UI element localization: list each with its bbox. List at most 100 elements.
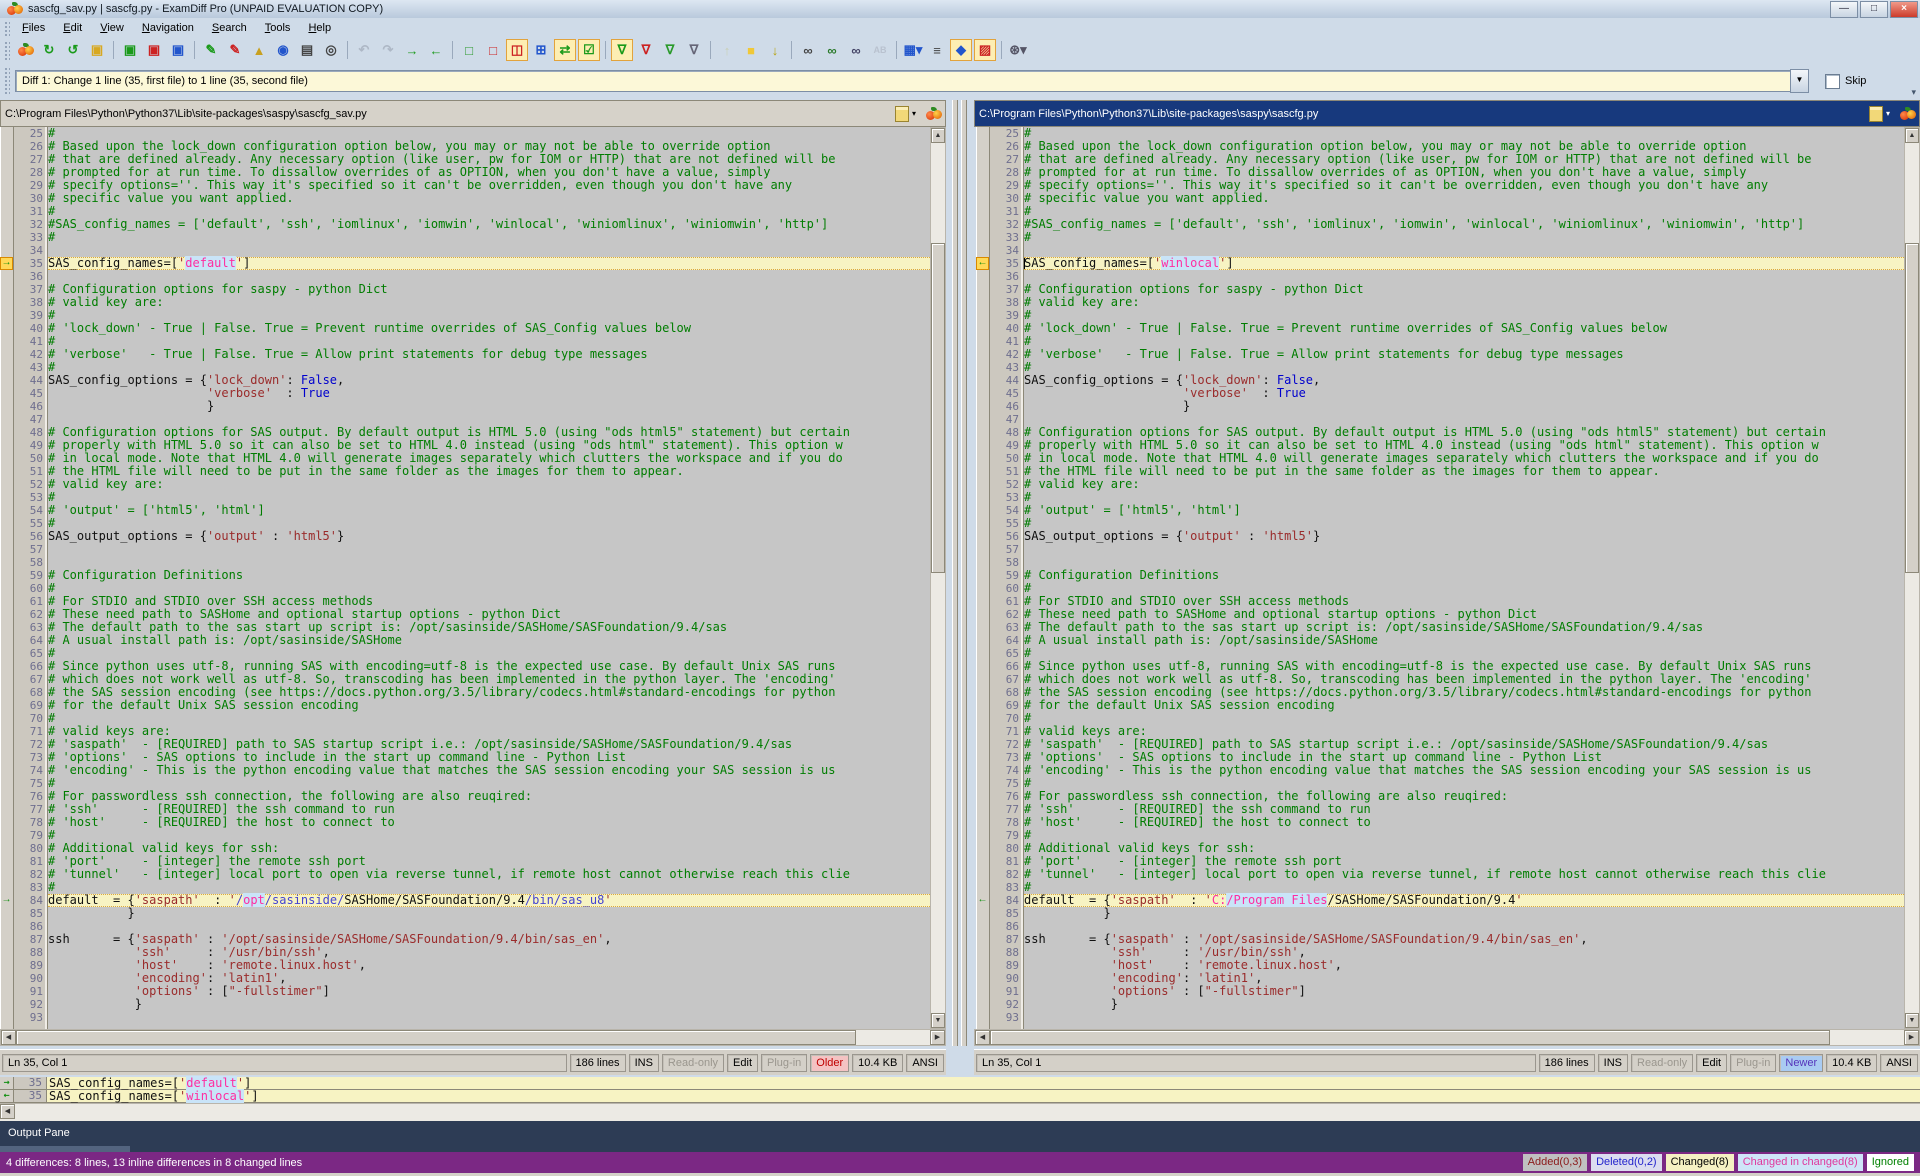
filter-ignored-icon[interactable]: ∇ (683, 39, 705, 61)
code-line-78[interactable]: # 'host' - [REQUIRED] the host to connec… (48, 816, 930, 829)
minimize-button[interactable]: — (1830, 1, 1858, 18)
code-line-51[interactable]: # the HTML file will need to be put in t… (1024, 465, 1904, 478)
code-line-38[interactable]: # valid key are: (48, 296, 930, 309)
code-line-54[interactable]: # 'output' = ['html5', 'html'] (48, 504, 930, 517)
current-diff-combobox[interactable]: Diff 1: Change 1 line (35, first file) t… (15, 70, 1790, 92)
next-diff-icon[interactable]: → (401, 39, 423, 61)
find-next-icon[interactable]: ∞ (821, 39, 843, 61)
swap-panes-icon[interactable]: ⇄ (554, 39, 576, 61)
code-line-51[interactable]: # the HTML file will need to be put in t… (48, 465, 930, 478)
diff-list-row[interactable]: →35SAS_config_names=['default'] (0, 1077, 1920, 1090)
left-scroll-left-icon[interactable]: ◀ (1, 1030, 16, 1045)
redo-icon[interactable]: ↷ (377, 39, 399, 61)
copy-up-icon[interactable]: ↑ (716, 39, 738, 61)
left-horizontal-scroll-thumb[interactable] (16, 1030, 856, 1045)
diff-list-row[interactable]: ←35SAS_config_names=['winlocal'] (0, 1090, 1920, 1103)
right-scroll-right-icon[interactable]: ▶ (1904, 1030, 1919, 1045)
right-file-dropdown-icon[interactable]: ▾ (1886, 109, 1890, 118)
code-line-64[interactable]: # A usual install path is: /opt/sasinsid… (1024, 634, 1904, 647)
settings-icon[interactable]: ⊛▾ (1007, 39, 1029, 61)
menu-item-edit[interactable]: Edit (54, 20, 91, 36)
find-icon[interactable]: ∞ (797, 39, 819, 61)
diff-combobox-dropdown-icon[interactable]: ▼ (1790, 69, 1809, 93)
open-files-icon[interactable]: ▣ (86, 39, 108, 61)
code-line-69[interactable]: # for the default Unix SAS session encod… (1024, 699, 1904, 712)
right-horizontal-scrollbar[interactable]: ◀ ▶ (974, 1029, 1920, 1046)
code-line-56[interactable]: SAS_output_options = {'output' : 'html5'… (1024, 530, 1904, 543)
right-horizontal-scroll-thumb[interactable] (990, 1030, 1830, 1045)
left-scroll-right-icon[interactable]: ▶ (930, 1030, 945, 1045)
left-file-dropdown-icon[interactable]: ▾ (912, 109, 916, 118)
print-preview-icon[interactable]: ◎ (320, 39, 342, 61)
code-line-78[interactable]: # 'host' - [REQUIRED] the host to connec… (1024, 816, 1904, 829)
code-line-59[interactable]: # Configuration Definitions (1024, 569, 1904, 582)
code-line-46[interactable]: } (1024, 400, 1904, 413)
code-line-93[interactable] (1024, 1011, 1904, 1024)
code-line-84[interactable]: default = {'saspath' : 'C:/Program Files… (1024, 894, 1904, 907)
save-all-icon[interactable]: ▣ (167, 39, 189, 61)
right-pane-header[interactable]: C:\Program Files\Python\Python37\Lib\sit… (974, 100, 1920, 127)
refresh-files-icon[interactable]: ↺ (62, 39, 84, 61)
code-line-64[interactable]: # A usual install path is: /opt/sasinsid… (48, 634, 930, 647)
output-pane[interactable]: Output Pane (0, 1121, 1920, 1152)
code-line-92[interactable]: } (48, 998, 930, 1011)
toolbar-overflow-icon[interactable]: ▾ (1911, 87, 1916, 98)
right-scroll-down-icon[interactable]: ▼ (1905, 1013, 1919, 1028)
code-line-82[interactable]: # 'tunnel' - [integer] local port to ope… (48, 868, 930, 881)
code-line-57[interactable] (48, 543, 930, 556)
app-icon[interactable] (14, 39, 36, 61)
code-line-37[interactable]: # Configuration options for saspy - pyth… (48, 283, 930, 296)
left-scroll-up-icon[interactable]: ▲ (931, 128, 945, 143)
save-web-icon[interactable]: ◉ (272, 39, 294, 61)
right-code-area[interactable]: ## Based upon the lock_down configuratio… (1024, 127, 1904, 1029)
edit-first-icon[interactable]: ✎ (200, 39, 222, 61)
left-code-area[interactable]: ## Based upon the lock_down configuratio… (48, 127, 930, 1029)
code-line-91[interactable]: 'options' : ["-fullstimer"] (48, 985, 930, 998)
code-line-42[interactable]: # 'verbose' - True | False. True = Allow… (48, 348, 930, 361)
code-line-82[interactable]: # 'tunnel' - [integer] local port to ope… (1024, 868, 1904, 881)
code-line-37[interactable]: # Configuration options for saspy - pyth… (1024, 283, 1904, 296)
pane-splitter[interactable] (946, 100, 974, 1046)
code-line-42[interactable]: # 'verbose' - True | False. True = Allow… (1024, 348, 1904, 361)
code-line-91[interactable]: 'options' : ["-fullstimer"] (1024, 985, 1904, 998)
grid-view-icon[interactable]: ⊞ (530, 39, 552, 61)
code-line-85[interactable]: } (48, 907, 930, 920)
code-line-52[interactable]: # valid key are: (1024, 478, 1904, 491)
skip-checkbox[interactable] (1825, 74, 1840, 89)
diff-list-scroll-left-icon[interactable]: ◀ (0, 1104, 15, 1119)
code-line-52[interactable]: # valid key are: (48, 478, 930, 491)
code-line-85[interactable]: } (1024, 907, 1904, 920)
code-line-40[interactable]: # 'lock_down' - True | False. True = Pre… (48, 322, 930, 335)
code-line-59[interactable]: # Configuration Definitions (48, 569, 930, 582)
code-line-54[interactable]: # 'output' = ['html5', 'html'] (1024, 504, 1904, 517)
right-scroll-left-icon[interactable]: ◀ (975, 1030, 990, 1045)
undo-icon[interactable]: ↶ (353, 39, 375, 61)
code-line-56[interactable]: SAS_output_options = {'output' : 'html5'… (48, 530, 930, 543)
code-line-70[interactable]: # (48, 712, 930, 725)
code-line-69[interactable]: # for the default Unix SAS session encod… (48, 699, 930, 712)
diff-marker-icon[interactable]: ← (976, 894, 989, 907)
left-scroll-down-icon[interactable]: ▼ (931, 1013, 945, 1028)
menu-item-files[interactable]: Files (13, 20, 54, 36)
code-line-70[interactable]: # (1024, 712, 1904, 725)
code-line-46[interactable]: } (48, 400, 930, 413)
diff-list-scrollbar[interactable]: ◀ (0, 1103, 1920, 1122)
right-file-icon[interactable] (1869, 106, 1883, 122)
save-second-icon[interactable]: ▣ (143, 39, 165, 61)
menu-item-tools[interactable]: Tools (256, 20, 300, 36)
right-vertical-scrollbar[interactable]: ▲ ▼ (1904, 127, 1920, 1029)
toolbar-grip[interactable] (3, 40, 10, 59)
code-line-30[interactable]: # specific value you want applied. (1024, 192, 1904, 205)
prev-diff-icon[interactable]: ← (425, 39, 447, 61)
code-line-74[interactable]: # 'encoding' - This is the python encodi… (48, 764, 930, 777)
match-case-icon[interactable]: AB (869, 39, 891, 61)
plugins-icon[interactable]: ◆ (950, 39, 972, 61)
code-line-92[interactable]: } (1024, 998, 1904, 1011)
left-horizontal-scrollbar[interactable]: ◀ ▶ (0, 1029, 946, 1046)
filter-deleted-icon[interactable]: ∇ (635, 39, 657, 61)
left-vertical-scrollbar[interactable]: ▲ ▼ (930, 127, 946, 1029)
save-diffs-icon[interactable]: ▲ (248, 39, 270, 61)
left-pane-header[interactable]: C:\Program Files\Python\Python37\Lib\sit… (0, 100, 946, 127)
code-line-30[interactable]: # specific value you want applied. (48, 192, 930, 205)
code-line-84[interactable]: default = {'saspath' : '/opt/sasinside/S… (48, 894, 930, 907)
